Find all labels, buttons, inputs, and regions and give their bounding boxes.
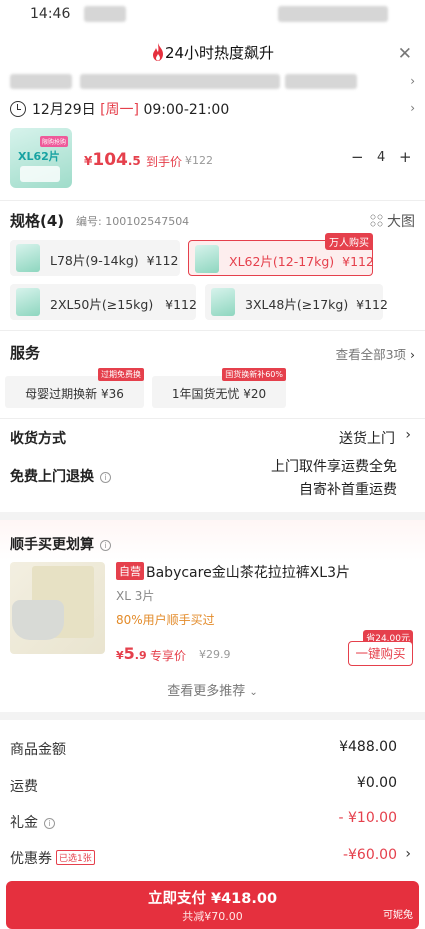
spec-header: 规格(4) 编号: 100102547504 大图 [10, 210, 415, 232]
bundle-spec: XL 3片 [116, 589, 155, 603]
grid-icon [370, 214, 383, 227]
info-icon[interactable]: i [44, 818, 55, 829]
sku-thumbnail [211, 288, 235, 316]
more-recommendations[interactable]: 查看更多推荐 ⌄ [0, 680, 425, 699]
service-card[interactable]: 母婴过期换新 ¥36 过期免费换 [5, 368, 144, 408]
summary-value: ¥488.00 [339, 739, 397, 755]
delivery-time: 12月29日 [周一] 09:00-21:00 [32, 99, 229, 119]
bundle-product-name[interactable]: Babycare金山茶花拉拉裤XL3片 [146, 562, 350, 582]
service-card-label: 1年国货无忧 ¥20 [171, 387, 267, 401]
info-icon[interactable]: i [100, 472, 111, 483]
summary-label: 运费 [10, 779, 38, 795]
one-click-buy-button[interactable]: 一键购买 [348, 641, 413, 666]
sku-option[interactable]: L78片(9-14kg) ¥112 [10, 240, 180, 276]
sku-badge: 万人购买 [325, 233, 373, 250]
summary-value: - ¥10.00 [338, 810, 398, 826]
pay-discount-label: 共减¥70.00 [182, 910, 243, 923]
delivery-date: 12月29日 [32, 102, 96, 118]
bundle-pant-image [12, 600, 64, 640]
return-line2: 自寄补首重运费 [299, 482, 397, 498]
service-header: 服务 查看全部3项 › [10, 342, 415, 364]
product-thumbnail: 限购抢购 XL62片 [10, 128, 72, 188]
minus-button[interactable]: − [351, 148, 364, 166]
bundle-price-label: 专享价 [150, 649, 187, 663]
address-chevron-icon: › [410, 74, 415, 88]
spec-title: 规格(4) [10, 212, 65, 230]
shipping-value[interactable]: 送货上门 [339, 428, 395, 448]
bundle-product-image[interactable] [10, 562, 105, 654]
blurred-address-3 [285, 74, 357, 89]
shipping-chevron-icon[interactable]: › [405, 427, 411, 443]
pay-main-label: 立即支付 ¥418.00 [147, 891, 278, 907]
section-gap [0, 712, 425, 720]
self-operated-tag: 自营 [116, 562, 144, 580]
chevron-down-icon: ⌄ [249, 687, 258, 698]
clock-icon [10, 101, 26, 117]
bundle-section: 顺手买更划算 i 自营 Babycare金山茶花拉拉裤XL3片 XL 3片 80%… [0, 520, 425, 708]
product-row: 限购抢购 XL62片 ¥104.5 到手价 ¥122 − 4 + [10, 126, 415, 190]
summary-label: 礼金 i [10, 812, 55, 832]
divider [0, 330, 425, 331]
shipping-label: 收货方式 [10, 431, 66, 447]
service-title: 服务 [10, 344, 41, 362]
chevron-right-icon: › [410, 347, 415, 362]
plus-button[interactable]: + [399, 148, 412, 166]
pay-button[interactable]: 立即支付 ¥418.00 共减¥70.00 可妮兔 [6, 881, 419, 929]
quantity-value[interactable]: 4 [377, 150, 385, 165]
service-card[interactable]: 1年国货无忧 ¥20 国货换新补60% [152, 368, 286, 408]
quantity-stepper[interactable]: − 4 + [347, 148, 415, 172]
original-price: ¥122 [185, 154, 213, 167]
view-all-services[interactable]: 查看全部3项 › [336, 344, 415, 363]
big-picture-button[interactable]: 大图 [370, 211, 415, 231]
close-icon[interactable]: ✕ [398, 44, 412, 64]
blurred-address-1 [10, 74, 72, 89]
info-icon[interactable]: i [100, 540, 111, 551]
sku-thumbnail [195, 245, 219, 273]
thumb-pack-image [20, 166, 60, 182]
product-price: ¥104.5 [84, 150, 141, 170]
thumb-tag: 限购抢购 [40, 136, 69, 147]
price-label: 到手价 [146, 155, 183, 169]
pay-corner-label: 可妮兔 [383, 910, 413, 921]
coupon-chevron-icon[interactable]: › [405, 846, 411, 862]
sku-option-selected[interactable]: XL62片(12-17kg) ¥112 万人购买 [188, 233, 374, 276]
bundle-stat: 80%用户顺手买过 [116, 613, 215, 627]
delivery-chevron-icon: › [410, 101, 415, 115]
blurred-address-2 [80, 74, 280, 89]
delivery-range: 09:00-21:00 [143, 102, 230, 118]
delivery-time-row[interactable]: 12月29日 [周一] 09:00-21:00 › [10, 99, 415, 121]
status-bar: 14:46 [0, 0, 425, 28]
bundle-original-price: ¥29.9 [199, 648, 231, 661]
blurred-status-icons [278, 6, 388, 22]
divider [0, 418, 425, 419]
service-card-label: 母婴过期换新 ¥36 [25, 387, 124, 401]
status-time: 14:46 [30, 6, 71, 22]
summary-value[interactable]: -¥60.00 [343, 847, 397, 863]
header-title: 24小时热度飙升 [164, 44, 275, 62]
return-label: 免费上门退换 i [10, 466, 111, 486]
return-line1: 上门取件享运费全免 [271, 459, 397, 475]
summary-value: ¥0.00 [356, 775, 397, 791]
summary-label[interactable]: 优惠券 已选1张 [10, 848, 95, 868]
sku-thumbnail [16, 244, 40, 272]
thumb-text: XL62片 [18, 150, 60, 163]
spec-code: 编号: 100102547504 [76, 215, 190, 228]
blurred-status-info [84, 6, 126, 22]
bundle-title: 顺手买更划算 i [10, 534, 111, 554]
section-gap [0, 512, 425, 520]
sheet-header: 24小时热度飙升 ✕ [0, 32, 425, 72]
service-card-badge: 过期免费换 [98, 368, 144, 381]
divider [0, 200, 425, 201]
sku-option[interactable]: 2XL50片(≥15kg) ¥112 [10, 284, 197, 320]
summary-label: 商品金额 [10, 742, 66, 758]
sku-option[interactable]: 3XL48片(≥17kg) ¥112 [205, 284, 388, 320]
delivery-weekday: [周一] [100, 102, 140, 118]
service-card-badge: 国货换新补60% [222, 368, 286, 381]
sku-thumbnail [16, 288, 40, 316]
coupon-badge: 已选1张 [56, 850, 95, 865]
address-row[interactable]: › [10, 70, 415, 94]
bundle-price: ¥5.9 [116, 644, 147, 663]
